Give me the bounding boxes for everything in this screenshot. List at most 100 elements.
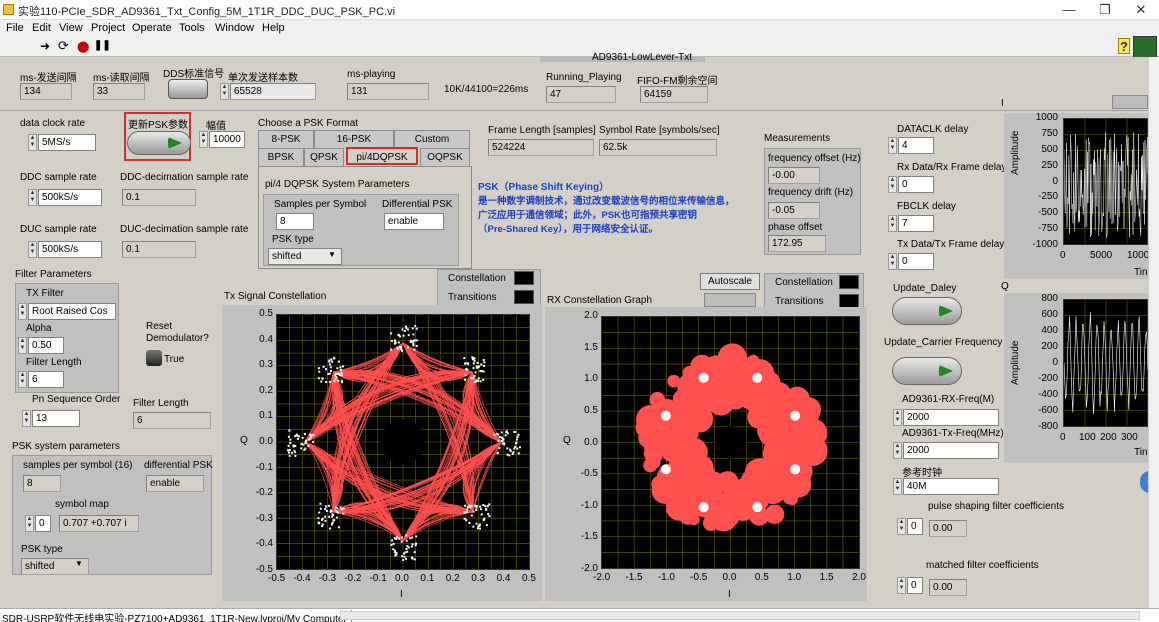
menu-project[interactable]: Project <box>91 22 125 34</box>
horizontal-scrollbar[interactable] <box>340 611 1140 620</box>
symbol-map-spinner[interactable]: ▲ ▼ <box>25 515 34 532</box>
tx-symbol-point <box>328 363 331 366</box>
tab-custom[interactable]: Custom <box>394 130 470 148</box>
tx-freq-spinner[interactable]: ▲ ▼ <box>893 442 902 459</box>
i-graph-palette[interactable] <box>1112 95 1148 109</box>
menu-help[interactable]: Help <box>262 22 285 34</box>
data-clock-select[interactable]: 5MS/s <box>38 134 96 151</box>
i-y-tick: 250 <box>1041 159 1058 171</box>
graph-palette[interactable] <box>704 293 756 307</box>
rx-center <box>714 426 747 459</box>
run-continuously-icon[interactable]: ⟳ <box>58 38 69 54</box>
amplitude-spinner[interactable]: ▲ ▼ <box>199 131 208 148</box>
tx-filter-spinner[interactable]: ▲ ▼ <box>18 303 27 320</box>
datclk-input[interactable]: 4 <box>898 137 934 154</box>
menu-tools[interactable]: Tools <box>179 22 205 34</box>
duc-spinner[interactable]: ▲ ▼ <box>28 241 37 258</box>
q-plot-area[interactable] <box>1063 299 1149 427</box>
pn-order-spinner[interactable]: ▲ ▼ <box>22 410 31 427</box>
menu-view[interactable]: View <box>59 22 83 34</box>
ddc-select[interactable]: 500kS/s <box>38 189 102 206</box>
tx-legend-transitions: Transitions <box>448 292 497 303</box>
update-carrier-button[interactable] <box>892 357 962 385</box>
filter-length-input[interactable]: 6 <box>28 371 64 388</box>
rx-symbol-cluster <box>790 410 801 421</box>
txframe-spinner[interactable]: ▲ ▼ <box>888 253 897 270</box>
autoscale-button[interactable]: Autoscale <box>700 273 760 290</box>
filter-length2-indicator: 6 <box>133 412 211 429</box>
tx-symbol-point <box>390 348 393 351</box>
menu-window[interactable]: Window <box>215 22 254 34</box>
dds-toggle-button[interactable] <box>168 79 208 99</box>
symbol-map-index[interactable]: 0 <box>35 515 51 532</box>
tab-bpsk[interactable]: BPSK <box>258 148 304 166</box>
ddc-spinner[interactable]: ▲ ▼ <box>28 189 37 206</box>
tab-16psk[interactable]: 16-PSK <box>314 130 394 148</box>
tx-symbol-point <box>333 380 336 383</box>
menu-operate[interactable]: Operate <box>132 22 172 34</box>
txframe-input[interactable]: 0 <box>898 253 934 270</box>
matched-spinner[interactable]: ▲ ▼ <box>897 577 906 594</box>
constellation-swatch-icon[interactable] <box>839 275 859 289</box>
duc-select[interactable]: 500kS/s <box>38 241 102 258</box>
pulse-index[interactable]: 0 <box>907 518 923 535</box>
tx-symbol-point <box>390 543 393 546</box>
tab-qpsk[interactable]: QPSK <box>304 148 344 166</box>
front-panel: AD9361-LowLever-Txt ms-发送间隔 134 ms-读取间隔 … <box>0 52 1158 608</box>
type-label: PSK type <box>272 234 314 245</box>
amplitude-input[interactable]: 10000 <box>209 131 245 148</box>
rx-freq-spinner[interactable]: ▲ ▼ <box>893 409 902 426</box>
tx-plot-area[interactable] <box>276 314 530 570</box>
alpha-spinner[interactable]: ▲ ▼ <box>18 337 27 354</box>
i-plot-area[interactable] <box>1063 118 1149 245</box>
context-help-icon[interactable]: ? <box>1118 38 1130 54</box>
tab-pi4dqpsk[interactable]: pi/4DQPSK <box>346 147 418 165</box>
pn-order-input[interactable]: 13 <box>32 410 80 427</box>
fbclk-spinner[interactable]: ▲ ▼ <box>888 215 897 232</box>
tx-symbol-point <box>331 521 334 524</box>
chevron-down-icon[interactable]: ▼ <box>328 250 336 259</box>
ref-clk-input[interactable]: 40M <box>903 478 999 495</box>
chevron-down-icon[interactable]: ▼ <box>75 559 83 568</box>
tx-filter-select[interactable]: Root Raised Cos <box>28 303 116 320</box>
update-daley-button[interactable] <box>892 297 962 325</box>
single-samples-input[interactable]: 65528 <box>230 83 316 100</box>
sps-input[interactable]: 8 <box>276 213 314 230</box>
alpha-input[interactable]: 0.50 <box>28 337 64 354</box>
data-clock-spinner[interactable]: ▲ ▼ <box>28 134 37 151</box>
filter-length-spinner[interactable]: ▲ ▼ <box>18 371 27 388</box>
pulse-spinner[interactable]: ▲ ▼ <box>897 518 906 535</box>
restore-button[interactable]: ❐ <box>1088 1 1122 19</box>
pause-icon[interactable]: ❚❚ <box>94 40 111 51</box>
transitions-swatch-icon[interactable] <box>514 290 534 304</box>
constellation-swatch-icon[interactable] <box>514 271 534 285</box>
fbclk-input[interactable]: 7 <box>898 215 934 232</box>
rx-freq-input[interactable]: 2000 <box>903 409 999 426</box>
ratio-text: 10K/44100=226ms <box>444 84 529 95</box>
run-arrow-icon[interactable]: ➜ <box>40 39 50 53</box>
rx-plot-area[interactable] <box>601 316 860 569</box>
update-psk-button[interactable] <box>127 131 191 155</box>
matched-index[interactable]: 0 <box>907 577 923 594</box>
diff-input[interactable]: enable <box>384 213 444 230</box>
tx-symbol-point <box>506 447 509 450</box>
status-bar: SDR-USRP软件无线电实验-PZ7100+AD9361_1T1R-New.l… <box>0 608 1159 622</box>
ref-clk-spinner[interactable]: ▲ ▼ <box>893 478 902 495</box>
rxframe-input[interactable]: 0 <box>898 176 934 193</box>
reset-toggle-switch[interactable] <box>146 350 162 366</box>
menu-edit[interactable]: Edit <box>32 22 51 34</box>
close-button[interactable]: ✕ <box>1124 1 1158 19</box>
vertical-scrollbar[interactable] <box>1148 57 1159 608</box>
minimize-button[interactable]: — <box>1052 1 1086 19</box>
tx-freq-input[interactable]: 2000 <box>903 442 999 459</box>
single-samples-spinner[interactable]: ▲ ▼ <box>220 83 229 100</box>
transitions-swatch-icon[interactable] <box>839 294 859 308</box>
tab-8psk[interactable]: 8-PSK <box>258 130 314 148</box>
tx-symbol-point <box>472 377 475 380</box>
abort-icon[interactable]: ⬤ <box>77 40 89 53</box>
rxframe-spinner[interactable]: ▲ ▼ <box>888 176 897 193</box>
tab-oqpsk[interactable]: OQPSK <box>420 148 470 166</box>
datclk-spinner[interactable]: ▲ ▼ <box>888 137 897 154</box>
menu-file[interactable]: File <box>6 22 24 34</box>
tx-symbol-point <box>475 504 478 507</box>
